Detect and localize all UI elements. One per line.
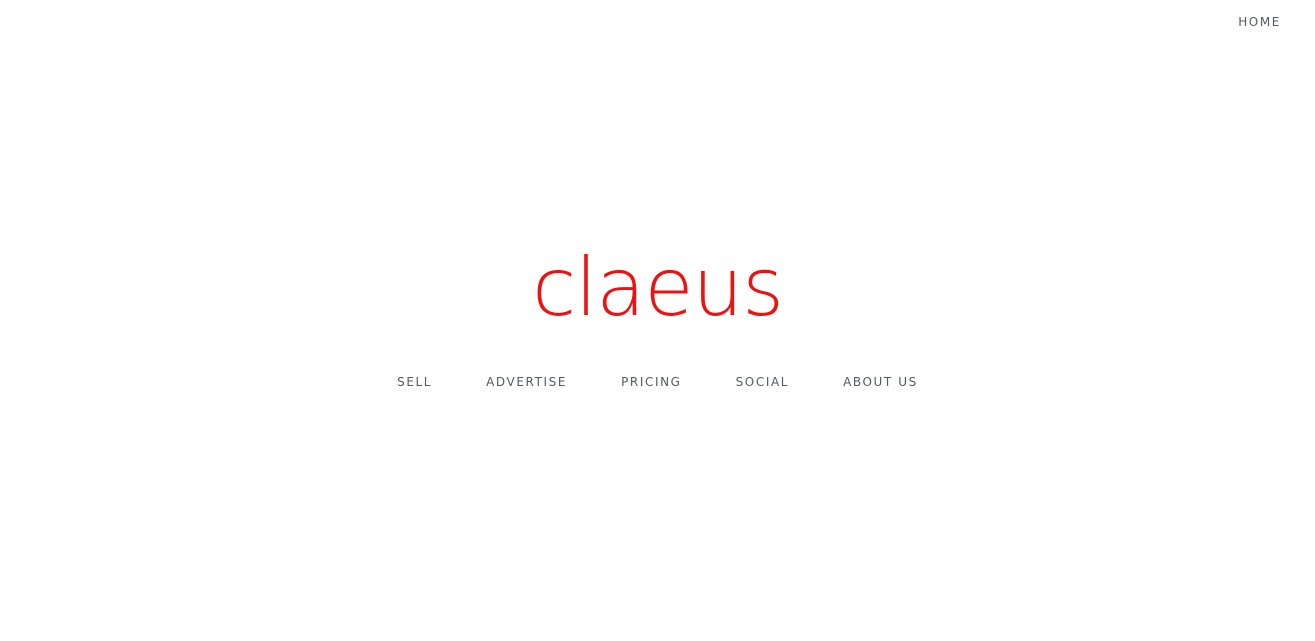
brand-logo: claeus bbox=[0, 238, 1315, 338]
home-link[interactable]: HOME bbox=[1238, 15, 1281, 29]
nav-link-social[interactable]: SOCIAL bbox=[736, 375, 789, 389]
main-nav: SELL ADVERTISE PRICING SOCIAL ABOUT US bbox=[0, 375, 1315, 389]
nav-link-pricing[interactable]: PRICING bbox=[621, 375, 682, 389]
nav-link-advertise[interactable]: ADVERTISE bbox=[486, 375, 567, 389]
nav-link-about-us[interactable]: ABOUT US bbox=[843, 375, 918, 389]
top-nav: HOME bbox=[1238, 13, 1281, 31]
nav-link-sell[interactable]: SELL bbox=[397, 375, 432, 389]
brand-name: claeus bbox=[532, 241, 784, 334]
